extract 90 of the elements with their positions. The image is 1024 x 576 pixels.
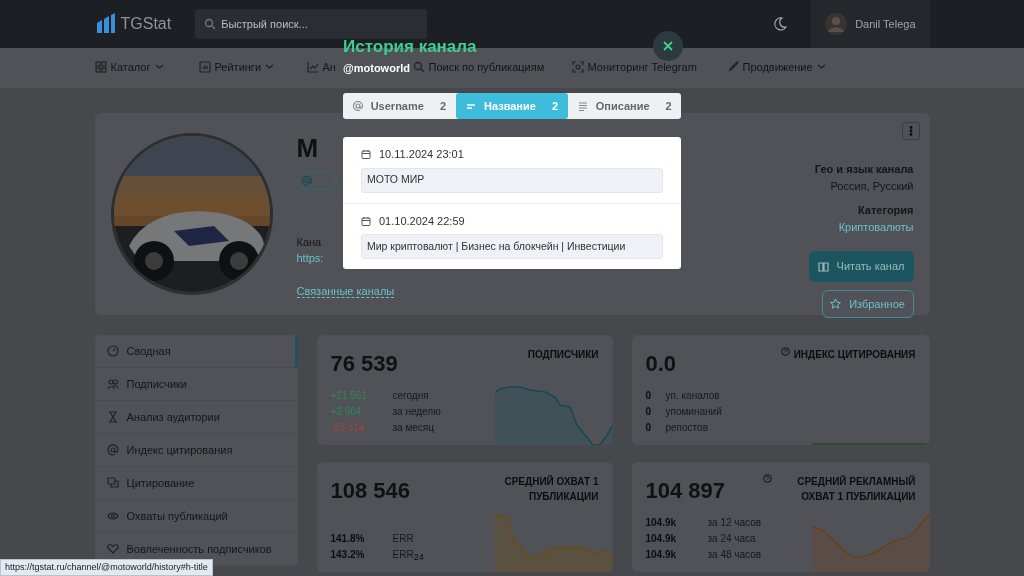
chevron-down-icon — [154, 62, 164, 72]
row-value: 0 — [645, 421, 653, 435]
tab[interactable]: Описание 2 — [568, 93, 681, 119]
more-icon — [908, 126, 913, 136]
calendar-icon — [361, 215, 371, 226]
row-label: ERR — [392, 532, 414, 546]
search-icon — [412, 60, 425, 73]
row-value: 0 — [645, 389, 653, 403]
moon-icon[interactable] — [773, 17, 788, 31]
geo-value: Россия, Русский — [830, 178, 914, 194]
text-icon — [577, 101, 588, 111]
heart-icon — [106, 543, 119, 555]
scan-icon — [571, 60, 584, 73]
modal-title: История канала — [343, 37, 477, 56]
row-value: 104.9k — [645, 548, 678, 562]
search-icon — [204, 18, 217, 30]
row-value: -53 314 — [330, 421, 366, 435]
row-label: репостов — [665, 421, 708, 435]
stat-value: 108 546 — [330, 477, 411, 505]
tab[interactable]: Username 2 — [343, 93, 456, 119]
history-value: Мир криптовалют | Бизнес на блокчейн | Инвестиции — [361, 234, 663, 259]
channel-title: М — [296, 132, 319, 165]
stat-value: 76 539 — [330, 350, 398, 378]
description-text: Кана — [296, 234, 322, 250]
hourglass-icon — [106, 411, 119, 423]
eye-icon — [106, 510, 119, 522]
stat-value: 104 897 — [645, 477, 726, 505]
row-value: 141.8% — [330, 532, 366, 546]
row-label: упоминаний — [665, 405, 722, 419]
channel-handle: @motoworld — [343, 61, 410, 74]
stat-title: СРЕДНИЙ ОХВАТ 1 ПУБЛИКАЦИИ — [503, 474, 599, 504]
related-channels-link[interactable]: Связанные каналы — [296, 284, 395, 298]
menu-item[interactable]: Каталог — [94, 58, 164, 76]
more-button[interactable] — [901, 122, 920, 140]
category-link[interactable]: Криптовалюты — [838, 218, 914, 235]
row-value: +2 904 — [330, 405, 363, 419]
at-icon — [301, 176, 312, 186]
menu-item[interactable]: Мониторинг Telegram — [571, 58, 697, 76]
row-value: 0 — [645, 405, 653, 419]
stat-title: ИНДЕКС ЦИТИРОВАНИЯ — [793, 348, 916, 362]
row-value: 104.9k — [645, 516, 678, 530]
row-label: сегодня — [392, 389, 429, 403]
title-icon — [465, 101, 476, 111]
logo-icon — [94, 13, 117, 35]
sidebar-item[interactable]: Сводная — [94, 335, 298, 368]
avatar-icon — [825, 13, 848, 35]
menu-item[interactable]: Рейтинги — [198, 58, 275, 76]
geo-label: Гео и язык канала — [814, 162, 914, 177]
sidebar-item[interactable]: Анализ аудитории — [94, 401, 298, 434]
row-value: 143.2% — [330, 548, 366, 562]
stat-value: 0.0 — [645, 350, 677, 378]
favorite-button[interactable]: Избранное — [821, 289, 914, 318]
row-value: 104.9k — [645, 532, 678, 546]
line-chart-icon — [306, 60, 319, 73]
read-channel-button[interactable]: Читать канал — [808, 251, 914, 282]
help-icon — [780, 347, 790, 356]
history-value: МОТО МИР — [361, 167, 663, 193]
logo[interactable]: TGStat — [120, 12, 172, 36]
category-label: Категория — [857, 203, 914, 218]
chat-icon — [106, 477, 119, 489]
search-field[interactable]: Быстрый поиск... — [195, 9, 428, 39]
chart-icon — [198, 60, 211, 73]
menu-item[interactable]: Продвижение — [726, 58, 826, 76]
stat-title: СРЕДНИЙ РЕКЛАМНЫЙ ОХВАТ 1 ПУБЛИКАЦИИ — [796, 474, 916, 504]
tab[interactable]: Название 2 — [455, 93, 569, 119]
menu-item[interactable]: Ан — [306, 58, 336, 76]
chevron-down-icon — [816, 62, 826, 72]
user-menu[interactable]: Danil Telega — [811, 0, 930, 48]
chevron-down-icon — [265, 62, 275, 72]
star-icon — [830, 298, 842, 310]
help-icon — [762, 474, 772, 483]
sidebar-item[interactable]: Охваты публикаций — [94, 500, 298, 533]
grid-icon — [94, 60, 107, 73]
sidebar-item[interactable]: Подписчики — [94, 368, 298, 401]
url-tooltip: https://tgstat.ru/channel/@motoworld/history#h-title — [0, 558, 213, 576]
users-icon — [106, 378, 119, 390]
gauge-icon — [106, 345, 119, 357]
at-icon — [106, 444, 119, 456]
history-date: 01.10.2024 22:59 — [379, 213, 465, 229]
at-icon — [352, 101, 363, 111]
sidebar-item[interactable]: Цитирование — [94, 467, 298, 500]
book-icon — [817, 260, 829, 272]
sidebar-item[interactable]: Индекс цитирования — [94, 434, 298, 467]
row-label: ERR$_{24}$ — [392, 548, 424, 563]
close-icon — [663, 41, 673, 51]
channel-link[interactable]: https: — [296, 250, 324, 267]
stat-title: ПОДПИСЧИКИ — [527, 348, 599, 362]
menu-item[interactable]: Поиск по публикациям — [412, 58, 545, 76]
calendar-icon — [361, 149, 371, 160]
history-date: 10.11.2024 23:01 — [379, 147, 464, 162]
